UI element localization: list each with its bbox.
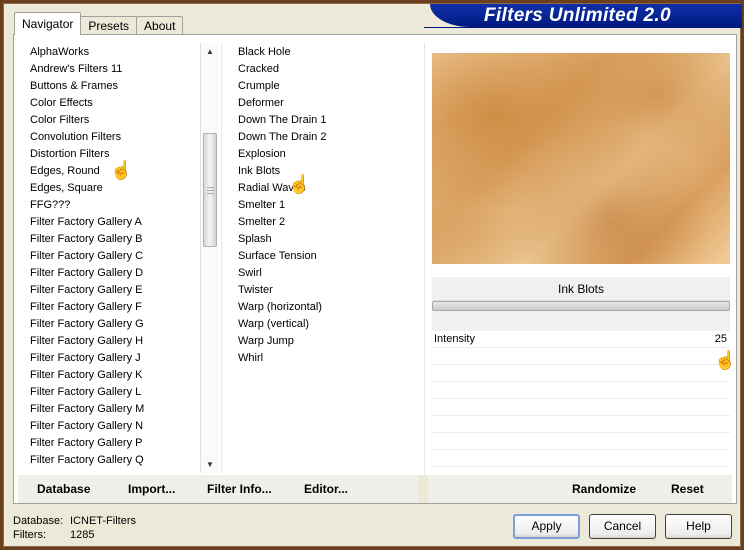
category-item[interactable]: Filter Factory Gallery B [28, 231, 208, 248]
param-row-empty [432, 450, 730, 467]
category-item[interactable]: Filter Factory Gallery P [28, 435, 208, 452]
category-item[interactable]: Color Filters [28, 112, 208, 129]
filters-count-value: 1285 [70, 529, 95, 541]
help-button[interactable]: Help [665, 514, 732, 539]
param-row-empty [432, 433, 730, 450]
editor-button[interactable]: Editor... [304, 482, 348, 496]
filter-item[interactable]: Surface Tension [236, 248, 416, 265]
category-item[interactable]: Filter Factory Gallery G [28, 316, 208, 333]
slider-background [432, 311, 730, 331]
filter-list[interactable]: Black Hole Cracked Crumple Deformer Down The… [236, 44, 416, 367]
database-value: ICNET-Filters [70, 515, 136, 527]
category-list[interactable]: AlphaWorks Andrew's Filters 11 Buttons & F… [28, 44, 208, 472]
cancel-button[interactable]: Cancel [589, 514, 656, 539]
grip-icon: — — — [207, 184, 214, 197]
param-label: Intensity [434, 333, 475, 345]
hand-pointer-icon: ☝ [288, 174, 311, 194]
import-button[interactable]: Import... [128, 482, 175, 496]
category-item[interactable]: Filter Factory Gallery M [28, 401, 208, 418]
category-item[interactable]: Filter Factory Gallery L [28, 384, 208, 401]
filter-item[interactable]: Down The Drain 2 [236, 129, 416, 146]
parameter-list: Intensity 25 [432, 331, 730, 467]
filter-item[interactable]: Whirl [236, 350, 416, 367]
category-item[interactable]: Edges, Square [28, 180, 208, 197]
category-scrollbar[interactable]: ▲ — — — ▼ [200, 43, 218, 473]
category-item[interactable]: Filter Factory Gallery D [28, 265, 208, 282]
filter-item[interactable]: Black Hole [236, 44, 416, 61]
param-row-empty [432, 382, 730, 399]
filter-item[interactable]: Twister [236, 282, 416, 299]
filter-item[interactable]: Warp Jump [236, 333, 416, 350]
app-title-banner: Filters Unlimited 2.0 [430, 4, 742, 27]
filter-item[interactable]: Down The Drain 1 [236, 112, 416, 129]
preview-divider [424, 43, 425, 503]
category-item[interactable]: Filter Factory Gallery A [28, 214, 208, 231]
tab-presets[interactable]: Presets [80, 16, 138, 35]
tab-navigator[interactable]: Navigator [14, 12, 82, 35]
param-row-empty [432, 399, 730, 416]
database-button[interactable]: Database [37, 482, 90, 496]
category-item[interactable]: Filter Factory Gallery F [28, 299, 208, 316]
filter-item[interactable]: Cracked [236, 61, 416, 78]
reset-button[interactable]: Reset [671, 482, 704, 496]
param-row-empty [432, 348, 730, 365]
database-label: Database: [13, 515, 64, 527]
filter-name-label: Ink Blots [432, 277, 730, 301]
category-item[interactable]: Filter Factory Gallery K [28, 367, 208, 384]
filter-item[interactable]: Explosion [236, 146, 416, 163]
category-item[interactable]: AlphaWorks [28, 44, 208, 61]
filter-item[interactable]: Warp (vertical) [236, 316, 416, 333]
parameter-slider[interactable] [432, 301, 730, 311]
category-item[interactable]: Filter Factory Gallery C [28, 248, 208, 265]
category-item[interactable]: Color Effects [28, 95, 208, 112]
filter-preview-image [432, 53, 730, 264]
database-info: Database: ICNET-Filters Filters: 1285 [13, 514, 136, 542]
filters-unlimited-window: Navigator Presets About Filters Unlimite… [3, 3, 742, 547]
panel-button-bar-right: Randomize Reset [428, 475, 732, 503]
category-item[interactable]: FFG??? [28, 197, 208, 214]
hand-pointer-icon: ☝ [714, 350, 737, 370]
filter-item[interactable]: Splash [236, 231, 416, 248]
filter-item[interactable]: Radial Waves [236, 180, 416, 197]
navigator-panel: AlphaWorks Andrew's Filters 11 Buttons & F… [13, 34, 737, 504]
filter-item[interactable]: Ink Blots [236, 163, 416, 180]
filter-item[interactable]: Warp (horizontal) [236, 299, 416, 316]
apply-button[interactable]: Apply [513, 514, 580, 539]
tab-about[interactable]: About [136, 16, 184, 35]
category-item[interactable]: Filter Factory Gallery N [28, 418, 208, 435]
param-value: 25 [714, 333, 727, 345]
param-row-intensity[interactable]: Intensity 25 [432, 331, 730, 348]
list-divider [221, 43, 222, 473]
scroll-thumb[interactable]: — — — [203, 133, 217, 247]
triangle-up-icon[interactable]: ▲ [201, 43, 219, 60]
category-item[interactable]: Filter Factory Gallery E [28, 282, 208, 299]
filter-item[interactable]: Swirl [236, 265, 416, 282]
hand-pointer-icon: ☝ [110, 160, 133, 180]
category-item[interactable]: Buttons & Frames [28, 78, 208, 95]
triangle-down-icon[interactable]: ▼ [201, 456, 219, 473]
panel-button-bar: Database Import... Filter Info... Editor… [18, 475, 732, 503]
param-row-empty [432, 416, 730, 433]
filter-info-button[interactable]: Filter Info... [207, 482, 272, 496]
banner-underline [424, 27, 742, 28]
filter-item[interactable]: Smelter 2 [236, 214, 416, 231]
panel-button-bar-left: Database Import... Filter Info... Editor… [18, 475, 418, 503]
category-item[interactable]: Filter Factory Gallery H [28, 333, 208, 350]
filter-item[interactable]: Crumple [236, 78, 416, 95]
randomize-button[interactable]: Randomize [572, 482, 636, 496]
category-item[interactable]: Convolution Filters [28, 129, 208, 146]
category-item[interactable]: Filter Factory Gallery Q [28, 452, 208, 469]
filters-count-label: Filters: [13, 529, 46, 541]
category-item[interactable]: Filter Factory Gallery J [28, 350, 208, 367]
filter-item[interactable]: Deformer [236, 95, 416, 112]
param-row-empty [432, 365, 730, 382]
filter-item[interactable]: Smelter 1 [236, 197, 416, 214]
category-item[interactable]: Andrew's Filters 11 [28, 61, 208, 78]
